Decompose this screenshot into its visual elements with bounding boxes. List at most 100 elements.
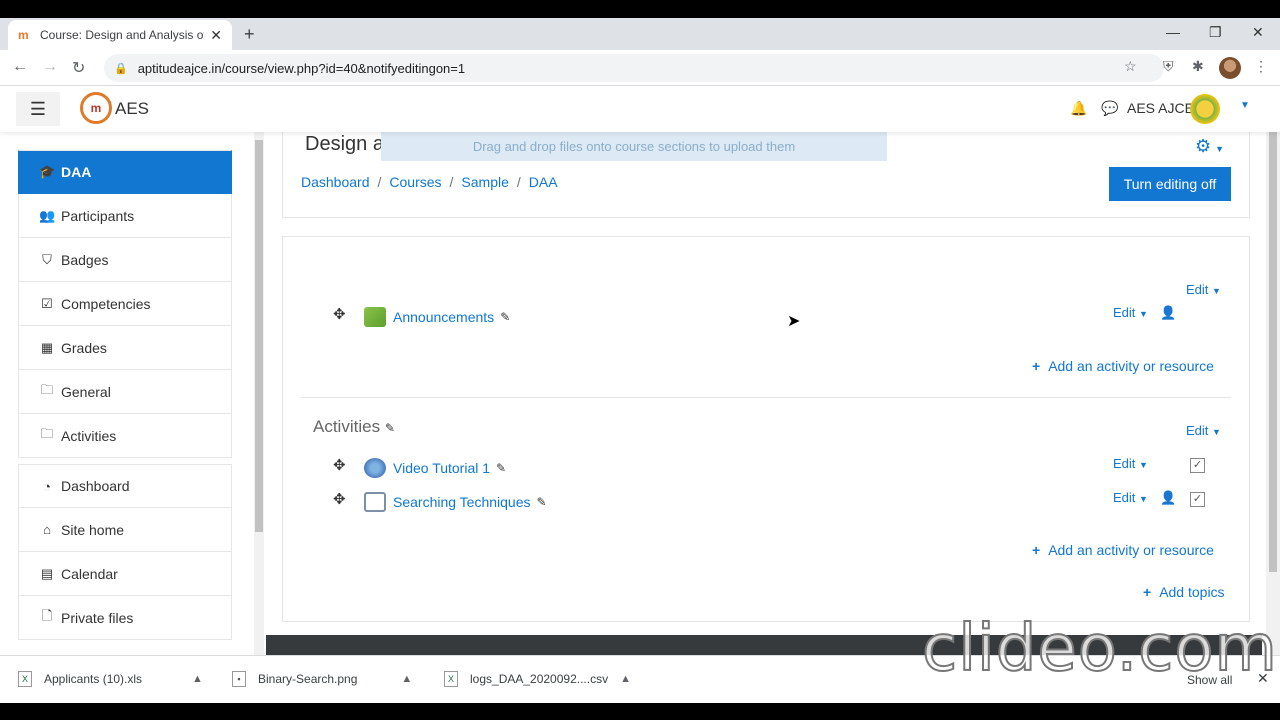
turn-editing-off-button[interactable]: Turn editing off <box>1109 167 1231 201</box>
restore-icon[interactable]: ❐ <box>1209 24 1222 41</box>
drawer-item-general[interactable]: 🗀 General <box>18 370 232 414</box>
caret-up-icon[interactable]: ▲ <box>401 673 412 685</box>
user-avatar[interactable] <box>1190 94 1220 124</box>
page-icon <box>364 492 386 512</box>
add-activity-link[interactable]: + Add an activity or resource <box>1032 358 1214 374</box>
add-topics-label: Add topics <box>1159 584 1225 600</box>
activity-announcements[interactable]: Announcements ✎ <box>364 307 510 327</box>
folder-icon: 🗀 <box>40 425 54 441</box>
breadcrumb-daa[interactable]: DAA <box>529 174 558 190</box>
tab-close-icon[interactable]: ✕ <box>210 27 222 44</box>
drawer-item-dashboard[interactable]: ◔ Dashboard <box>18 464 232 508</box>
drawer-item-label: Site home <box>61 521 125 538</box>
activity-searching-techniques[interactable]: Searching Techniques ✎ <box>364 492 547 512</box>
drawer-item-private-files[interactable]: 🗋 Private files <box>18 596 232 640</box>
image-file-icon: ▪ <box>232 671 246 687</box>
plus-icon: + <box>1143 584 1152 600</box>
hamburger-menu-icon[interactable]: ☰ <box>16 92 60 126</box>
move-icon[interactable]: ✥ <box>333 456 346 474</box>
caret-down-icon: ▼ <box>1139 494 1148 504</box>
drawer-item-participants[interactable]: 👥 Participants <box>18 194 232 238</box>
completion-checkbox-icon[interactable]: ✓ <box>1190 458 1205 473</box>
lock-icon: 🔒 <box>114 62 128 75</box>
add-activity-link[interactable]: + Add an activity or resource <box>1032 542 1214 558</box>
pencil-icon[interactable]: ✎ <box>537 495 547 509</box>
section-divider <box>301 397 1231 398</box>
drawer-scroll-thumb[interactable] <box>255 140 263 532</box>
user-restriction-icon[interactable]: 👤 <box>1160 490 1176 506</box>
new-tab-icon[interactable]: + <box>244 24 255 45</box>
drawer-item-label: Dashboard <box>61 478 130 494</box>
drawer-item-label: Competencies <box>61 295 151 312</box>
dashboard-icon: ◔ <box>43 478 51 494</box>
activity-video-tutorial[interactable]: Video Tutorial 1 ✎ <box>364 458 506 478</box>
url-field[interactable]: 🔒 aptitudeajce.in/course/view.php?id=40&… <box>104 54 1164 82</box>
section-edit-menu[interactable]: Edit ▼ <box>1186 423 1221 438</box>
tab-title: Course: Design and Analysis of A <box>40 28 205 42</box>
drawer-item-badges[interactable]: ⛉ Badges <box>18 238 232 282</box>
activity-name[interactable]: Searching Techniques <box>393 494 531 510</box>
folder-icon: 🗀 <box>40 381 54 397</box>
drawer-item-grades[interactable]: ▦ Grades <box>18 326 232 370</box>
user-name[interactable]: AES AJCE <box>1127 100 1194 116</box>
move-icon[interactable]: ✥ <box>333 305 346 323</box>
edit-label: Edit <box>1186 282 1209 297</box>
forum-icon <box>364 307 386 327</box>
section-edit-menu[interactable]: Edit ▼ <box>1186 282 1221 297</box>
drawer-item-activities[interactable]: 🗀 Activities <box>18 414 232 458</box>
messages-icon[interactable]: 💬 <box>1101 100 1118 117</box>
download-item[interactable]: X Applicants (10).xls ▲ <box>18 671 203 687</box>
site-logo[interactable]: m <box>80 92 112 124</box>
download-item[interactable]: Xlogs_DAA_2020092....csv ▲ <box>444 671 631 687</box>
add-activity-label: Add an activity or resource <box>1048 358 1214 374</box>
caret-up-icon[interactable]: ▲ <box>620 673 631 685</box>
activity-edit-menu[interactable]: Edit ▼ <box>1113 490 1148 505</box>
minimize-icon[interactable]: — <box>1166 24 1180 40</box>
user-restriction-icon[interactable]: 👤 <box>1160 305 1176 321</box>
breadcrumb-dashboard[interactable]: Dashboard <box>301 174 370 190</box>
caret-down-icon: ▼ <box>1139 309 1148 319</box>
back-icon[interactable]: ← <box>12 58 28 76</box>
breadcrumb-courses[interactable]: Courses <box>389 174 441 190</box>
browser-profile-avatar[interactable] <box>1219 57 1241 79</box>
bookmark-star-icon[interactable]: ☆ <box>1124 58 1137 75</box>
completion-checkbox-icon[interactable]: ✓ <box>1190 492 1205 507</box>
caret-down-icon: ▼ <box>1212 286 1221 296</box>
site-brand[interactable]: AES <box>115 99 149 119</box>
drawer-item-competencies[interactable]: ☑ Competencies <box>18 282 232 326</box>
browser-menu-icon[interactable]: ⋮ <box>1254 58 1268 75</box>
page-scroll-thumb[interactable] <box>1269 132 1277 572</box>
activity-edit-menu[interactable]: Edit ▼ <box>1113 305 1148 320</box>
breadcrumb-sample[interactable]: Sample <box>461 174 508 190</box>
moodle-favicon-icon: m <box>18 28 29 42</box>
user-menu-caret-icon[interactable]: ▼ <box>1240 100 1250 111</box>
window-close-icon[interactable]: ✕ <box>1252 24 1264 41</box>
drawer-item-daa[interactable]: 🎓 DAA <box>18 150 232 194</box>
page-scrollbar[interactable] <box>1266 132 1280 655</box>
notification-bell-icon[interactable]: 🔔 <box>1070 100 1087 117</box>
forward-icon[interactable]: → <box>42 58 58 76</box>
pencil-icon[interactable]: ✎ <box>496 461 506 475</box>
graduation-cap-icon: 🎓 <box>39 164 56 179</box>
section-name: Activities <box>313 417 381 436</box>
download-item[interactable]: ▪ Binary-Search.png ▲ <box>232 671 412 687</box>
section-title-activities[interactable]: Activities ✎ <box>313 417 395 437</box>
drawer-item-site-home[interactable]: ⌂ Site home <box>18 508 232 552</box>
extensions-puzzle-icon[interactable]: ✱ <box>1192 58 1204 75</box>
activity-edit-menu[interactable]: Edit ▼ <box>1113 456 1148 471</box>
browser-tab[interactable]: m Course: Design and Analysis of A ✕ <box>8 20 232 50</box>
activity-name[interactable]: Video Tutorial 1 <box>393 460 490 476</box>
activity-name[interactable]: Announcements <box>393 309 494 325</box>
move-icon[interactable]: ✥ <box>333 490 346 508</box>
drawer-item-calendar[interactable]: ▤ Calendar <box>18 552 232 596</box>
pencil-icon[interactable]: ✎ <box>385 421 395 435</box>
add-topics-link[interactable]: + Add topics <box>1143 584 1225 600</box>
pencil-icon[interactable]: ✎ <box>500 310 510 324</box>
reload-icon[interactable]: ↻ <box>72 58 85 78</box>
extension-shield-icon[interactable]: ⛨ <box>1163 58 1174 75</box>
drawer-scrollbar[interactable] <box>254 132 264 655</box>
caret-up-icon[interactable]: ▲ <box>192 673 203 685</box>
gear-icon[interactable]: ⚙ ▼ <box>1195 136 1224 157</box>
drawer-item-label: Calendar <box>61 565 118 582</box>
moodle-navbar: ☰ m AES 🔔 💬 AES AJCE ▼ <box>0 86 1280 132</box>
